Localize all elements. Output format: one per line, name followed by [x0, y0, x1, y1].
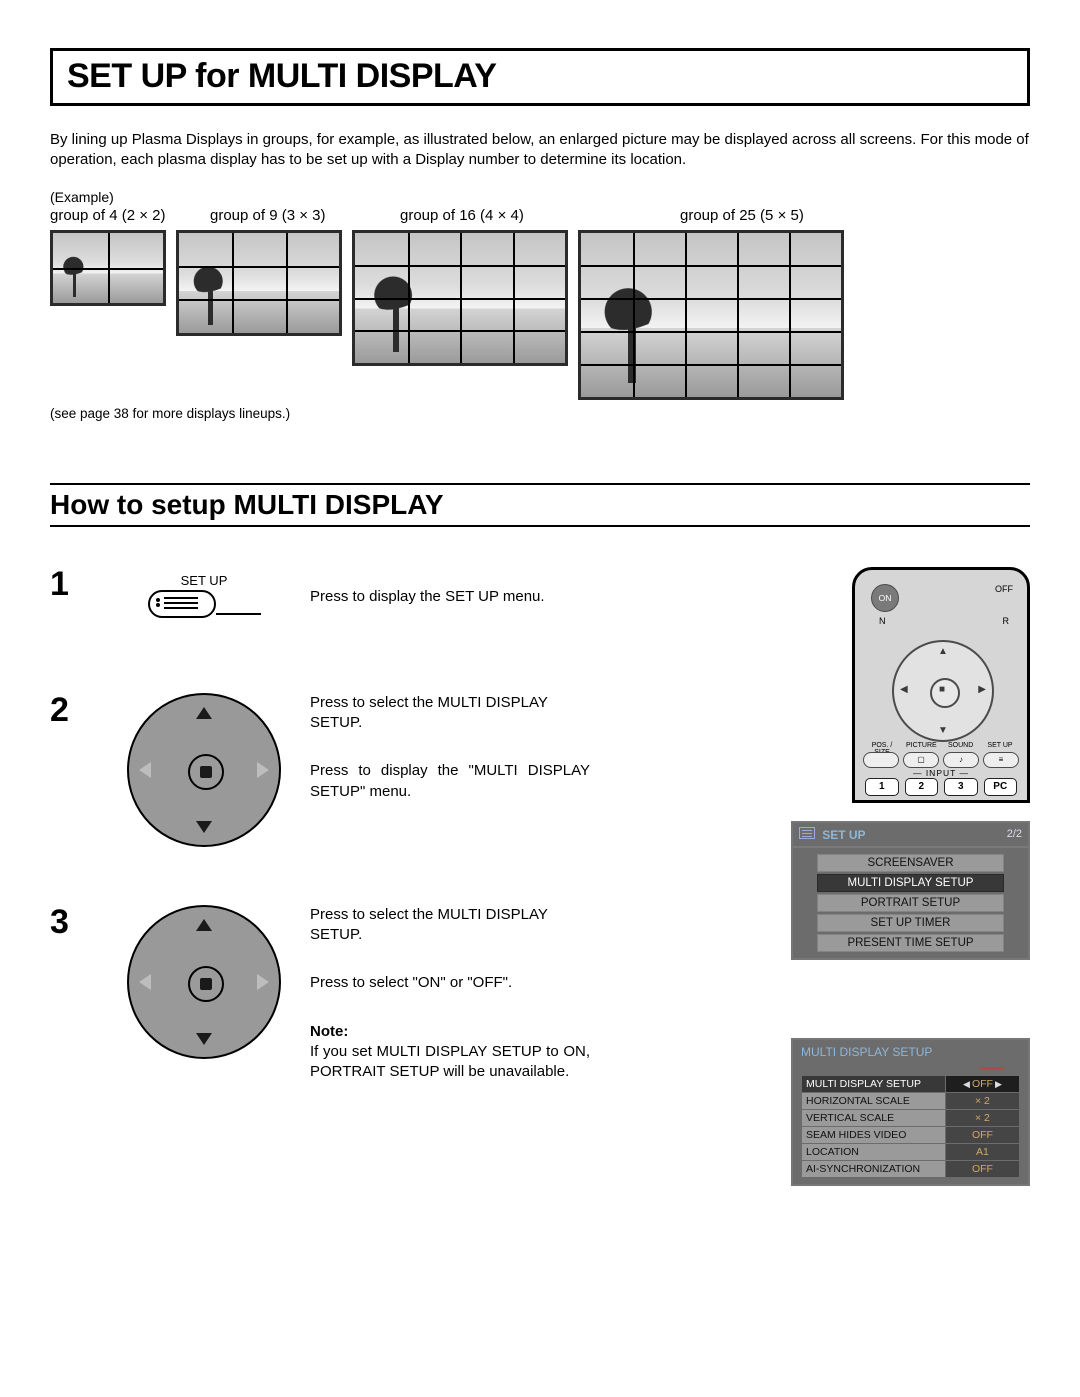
dpad-up-icon[interactable] [196, 919, 212, 931]
remote-dpad-center[interactable] [930, 678, 960, 708]
remote-sound-button[interactable]: ♪ [943, 752, 979, 768]
page-title-box: SET UP for MULTI DISPLAY [50, 48, 1030, 106]
osd-row-value: ◀OFF▶ [945, 1075, 1019, 1092]
leader-line [216, 613, 261, 615]
osd-row-label: SEAM HIDES VIDEO [802, 1126, 946, 1143]
group-preview [176, 230, 342, 336]
step-2-text-2: Press to display the "MULTI DISPLAY SETU… [310, 761, 590, 802]
step-2-number: 2 [50, 693, 84, 847]
nav-dpad[interactable] [127, 905, 281, 1059]
osd-row-label: HORIZONTAL SCALE [802, 1092, 946, 1109]
dpad-down-icon[interactable]: ▼ [938, 725, 948, 736]
osd-setup-item[interactable]: MULTI DISPLAY SETUP [817, 874, 1004, 892]
step-3-text-1: Press to select the MULTI DISPLAY SETUP. [310, 905, 590, 946]
steps-area: ON OFF N R ▲ ▼ ◀ ▶ POS. / SIZE PICTURE S… [50, 567, 1030, 1083]
step-3-number: 3 [50, 905, 84, 1083]
group25-caption: group of 25 (5 × 5) [680, 207, 950, 224]
osd-multidisplay-row[interactable]: MULTI DISPLAY SETUP◀OFF▶ [802, 1075, 1020, 1092]
dpad-up-icon[interactable] [196, 707, 212, 719]
dpad-right-icon[interactable]: ▶ [978, 684, 986, 695]
group-preview [50, 230, 166, 306]
osd-multidisplay-row[interactable]: SEAM HIDES VIDEOOFF [802, 1126, 1020, 1143]
osd-multidisplay-row[interactable]: VERTICAL SCALE× 2 [802, 1109, 1020, 1126]
dpad-left-icon[interactable]: ◀ [900, 684, 908, 695]
step-3-note-head: Note: [310, 1023, 348, 1040]
osd-row-label: AI-SYNCHRONIZATION [802, 1160, 946, 1177]
osd-row-value: OFF [945, 1126, 1019, 1143]
dpad-right-icon[interactable] [257, 974, 269, 990]
remote-input-3[interactable]: 3 [944, 778, 978, 796]
group16-caption: group of 16 (4 × 4) [400, 207, 670, 224]
section2-title: How to setup MULTI DISPLAY [50, 489, 1030, 521]
step-3-text-2: Press to select "ON" or "OFF". [310, 973, 590, 993]
group4-caption: group of 4 (2 × 2) [50, 207, 200, 224]
osd-setup-item[interactable]: SCREENSAVER [817, 854, 1004, 872]
osd-multidisplay-title: MULTI DISPLAY SETUP [793, 1040, 1028, 1067]
osd-setup-page: 2/2 [1007, 828, 1022, 840]
remote-picture-button[interactable]: ▢ [903, 752, 939, 768]
group-captions: group of 4 (2 × 2) group of 9 (3 × 3) gr… [50, 207, 1030, 224]
remote-menu-buttons: ▢ ♪ ≡ [863, 752, 1019, 768]
group-preview [352, 230, 568, 366]
osd-row-value: A1 [945, 1143, 1019, 1160]
dpad-center-button[interactable] [188, 966, 224, 1002]
group-previews [50, 230, 1030, 400]
dpad-down-icon[interactable] [196, 1033, 212, 1045]
power-on-button[interactable]: ON [871, 584, 899, 612]
remote-possize-button[interactable] [863, 752, 899, 768]
divider [50, 525, 1030, 527]
setup-button-label: SET UP [114, 573, 294, 588]
remote-input-1[interactable]: 1 [865, 778, 899, 796]
osd-row-value: OFF [945, 1160, 1019, 1177]
remote-input-pc[interactable]: PC [984, 778, 1018, 796]
osd-setup-panel: SET UP 2/2 SCREENSAVER MULTI DISPLAY SETU… [791, 821, 1030, 960]
osd-setup-item[interactable]: PORTRAIT SETUP [817, 894, 1004, 912]
osd-row-label: LOCATION [802, 1143, 946, 1160]
step-3-note-text: If you set MULTI DISPLAY SETUP to ON, PO… [310, 1042, 590, 1083]
osd-setup-item[interactable]: SET UP TIMER [817, 914, 1004, 932]
dpad-down-icon[interactable] [196, 821, 212, 833]
osd-row-label: VERTICAL SCALE [802, 1109, 946, 1126]
dpad-left-icon[interactable] [139, 762, 151, 778]
osd-multidisplay-row[interactable]: LOCATIONA1 [802, 1143, 1020, 1160]
remote-r-label: R [1003, 616, 1010, 626]
remote-input-row: 1 2 3 PC [865, 778, 1017, 796]
group-preview [578, 230, 844, 400]
osd-multidisplay-row[interactable]: AI-SYNCHRONIZATIONOFF [802, 1160, 1020, 1177]
step-1-number: 1 [50, 567, 84, 635]
remote-dpad[interactable]: ▲ ▼ ◀ ▶ [892, 640, 994, 742]
example-label: (Example) [50, 189, 1030, 205]
remote-input-label: — INPUT — [855, 768, 1027, 778]
osd-row-value: × 2 [945, 1109, 1019, 1126]
right-column: ON OFF N R ▲ ▼ ◀ ▶ POS. / SIZE PICTURE S… [790, 567, 1030, 1186]
step-2-text-1: Press to select the MULTI DISPLAY SETUP. [310, 693, 590, 734]
osd-multidisplay-panel: MULTI DISPLAY SETUP MULTI DISPLAY SETUP◀… [791, 1038, 1030, 1186]
group9-caption: group of 9 (3 × 3) [210, 207, 390, 224]
divider [50, 483, 1030, 485]
remote-input-2[interactable]: 2 [905, 778, 939, 796]
power-off-label: OFF [995, 584, 1013, 594]
osd-progress-bar [801, 1067, 1020, 1071]
osd-setup-title: SET UP [822, 828, 865, 842]
osd-row-label: MULTI DISPLAY SETUP [802, 1075, 946, 1092]
dpad-center-button[interactable] [188, 754, 224, 790]
osd-multidisplay-row[interactable]: HORIZONTAL SCALE× 2 [802, 1092, 1020, 1109]
intro-text: By lining up Plasma Displays in groups, … [50, 130, 1030, 171]
remote-n-label: N [879, 616, 886, 626]
see-page-note: (see page 38 for more displays lineups.) [50, 406, 1030, 421]
nav-dpad[interactable] [127, 693, 281, 847]
dpad-up-icon[interactable]: ▲ [938, 646, 948, 657]
page-title: SET UP for MULTI DISPLAY [67, 57, 1013, 96]
osd-setup-item[interactable]: PRESENT TIME SETUP [817, 934, 1004, 952]
osd-row-value: × 2 [945, 1092, 1019, 1109]
dpad-right-icon[interactable] [257, 762, 269, 778]
step-1-text: Press to display the SET UP menu. [310, 587, 590, 607]
remote-setup-button[interactable]: ≡ [983, 752, 1019, 768]
osd-multidisplay-table: MULTI DISPLAY SETUP◀OFF▶HORIZONTAL SCALE… [801, 1075, 1020, 1178]
setup-pill-button[interactable] [148, 590, 216, 618]
dpad-left-icon[interactable] [139, 974, 151, 990]
menu-icon [799, 827, 815, 839]
remote-control: ON OFF N R ▲ ▼ ◀ ▶ POS. / SIZE PICTURE S… [852, 567, 1030, 803]
